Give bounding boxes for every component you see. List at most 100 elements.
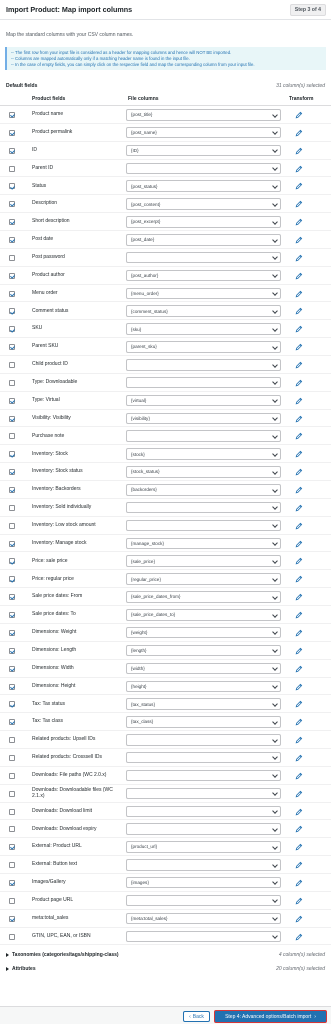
field-checkbox[interactable] [9, 647, 15, 654]
field-checkbox[interactable] [9, 469, 15, 476]
edit-pencil-icon[interactable] [295, 468, 303, 476]
field-checkbox[interactable] [9, 737, 15, 744]
file-column-select[interactable] [126, 376, 281, 389]
file-column-select[interactable]: {ID} [126, 144, 281, 157]
file-column-select[interactable]: {sku} [126, 323, 281, 335]
field-checkbox[interactable] [9, 487, 15, 494]
edit-pencil-icon[interactable] [295, 236, 303, 244]
edit-pencil-icon[interactable] [295, 879, 303, 887]
field-checkbox[interactable] [9, 612, 15, 619]
file-column-select[interactable]: {height} [126, 680, 281, 692]
file-column-select[interactable]: {post_date} [126, 234, 281, 246]
field-checkbox[interactable] [9, 594, 15, 601]
file-column-select[interactable]: {sale_price_dates_to} [126, 609, 281, 621]
file-column-select[interactable]: {backorders} [126, 484, 281, 496]
file-column-select[interactable]: {sale_price} [126, 555, 281, 567]
edit-pencil-icon[interactable] [295, 218, 303, 226]
edit-pencil-icon[interactable] [295, 379, 303, 387]
edit-pencil-icon[interactable] [295, 540, 303, 548]
file-column-select[interactable] [126, 501, 281, 514]
field-checkbox[interactable] [9, 112, 15, 118]
edit-pencil-icon[interactable] [295, 647, 303, 655]
field-checkbox[interactable] [9, 451, 15, 458]
file-column-select[interactable]: {comment_status} [126, 305, 281, 317]
field-checkbox[interactable] [9, 326, 15, 333]
edit-pencil-icon[interactable] [295, 843, 303, 851]
edit-pencil-icon[interactable] [295, 593, 303, 601]
file-column-select[interactable]: {stock_status} [126, 466, 281, 478]
edit-pencil-icon[interactable] [295, 486, 303, 494]
file-column-select[interactable]: {weight} [126, 626, 281, 639]
file-column-select[interactable] [126, 930, 281, 943]
edit-pencil-icon[interactable] [295, 504, 303, 512]
file-column-select[interactable] [126, 823, 281, 835]
file-column-select[interactable]: {product_url} [126, 841, 281, 853]
field-checkbox[interactable] [9, 576, 15, 583]
edit-pencil-icon[interactable] [295, 933, 303, 941]
edit-pencil-icon[interactable] [295, 736, 303, 744]
file-column-select[interactable] [126, 430, 281, 442]
edit-pencil-icon[interactable] [295, 325, 303, 333]
edit-pencil-icon[interactable] [295, 397, 303, 405]
edit-pencil-icon[interactable] [295, 683, 303, 691]
edit-pencil-icon[interactable] [295, 915, 303, 923]
file-column-select[interactable] [126, 859, 281, 871]
file-column-select[interactable] [126, 787, 281, 800]
attributes-section[interactable]: Attributes 20 column(s) selected [0, 962, 331, 976]
file-column-select[interactable]: {regular_price} [126, 573, 281, 585]
edit-pencil-icon[interactable] [295, 575, 303, 583]
edit-pencil-icon[interactable] [295, 129, 303, 137]
field-checkbox[interactable] [9, 237, 15, 244]
edit-pencil-icon[interactable] [295, 307, 303, 315]
field-checkbox[interactable] [9, 897, 15, 904]
field-checkbox[interactable] [9, 129, 15, 136]
file-column-select[interactable] [126, 251, 281, 264]
edit-pencil-icon[interactable] [295, 897, 303, 905]
field-checkbox[interactable] [9, 772, 15, 779]
field-checkbox[interactable] [9, 254, 15, 261]
edit-pencil-icon[interactable] [295, 700, 303, 708]
field-checkbox[interactable] [9, 362, 15, 369]
taxonomies-section[interactable]: Taxonomies (categories/tags/shipping-cla… [0, 948, 331, 962]
file-column-select[interactable]: {visibility} [126, 412, 281, 425]
file-column-select[interactable]: {tax_class} [126, 716, 281, 728]
field-checkbox[interactable] [9, 308, 15, 315]
file-column-select[interactable]: {post_title} [126, 109, 281, 121]
file-column-select[interactable]: {manage_stock} [126, 537, 281, 550]
edit-pencil-icon[interactable] [295, 718, 303, 726]
file-column-select[interactable]: {post_content} [126, 198, 281, 210]
field-checkbox[interactable] [9, 397, 15, 404]
edit-pencil-icon[interactable] [295, 861, 303, 869]
file-column-select[interactable]: {menu_order} [126, 287, 281, 300]
field-checkbox[interactable] [9, 719, 15, 726]
file-column-select[interactable] [126, 751, 281, 764]
field-checkbox[interactable] [9, 826, 15, 833]
field-checkbox[interactable] [9, 629, 15, 636]
edit-pencil-icon[interactable] [295, 772, 303, 780]
field-checkbox[interactable] [9, 915, 15, 922]
edit-pencil-icon[interactable] [295, 450, 303, 458]
field-checkbox[interactable] [9, 344, 15, 351]
edit-pencil-icon[interactable] [295, 611, 303, 619]
field-checkbox[interactable] [9, 504, 15, 511]
field-checkbox[interactable] [9, 790, 15, 797]
edit-pencil-icon[interactable] [295, 432, 303, 440]
edit-pencil-icon[interactable] [295, 111, 303, 119]
field-checkbox[interactable] [9, 540, 15, 547]
edit-pencil-icon[interactable] [295, 361, 303, 369]
file-column-select[interactable]: {post_excerpt} [126, 216, 281, 228]
field-checkbox[interactable] [9, 665, 15, 672]
edit-pencil-icon[interactable] [295, 254, 303, 262]
file-column-select[interactable]: {length} [126, 644, 281, 657]
edit-pencil-icon[interactable] [295, 290, 303, 298]
file-column-select[interactable] [126, 162, 281, 175]
field-checkbox[interactable] [9, 219, 15, 226]
edit-pencil-icon[interactable] [295, 147, 303, 155]
field-checkbox[interactable] [9, 165, 15, 172]
edit-pencil-icon[interactable] [295, 557, 303, 565]
field-checkbox[interactable] [9, 933, 15, 940]
back-button[interactable]: ‹ Back [183, 1011, 210, 1022]
file-column-select[interactable]: {parent_sku} [126, 341, 281, 353]
edit-pencil-icon[interactable] [295, 272, 303, 280]
file-column-select[interactable]: {post_status} [126, 180, 281, 192]
